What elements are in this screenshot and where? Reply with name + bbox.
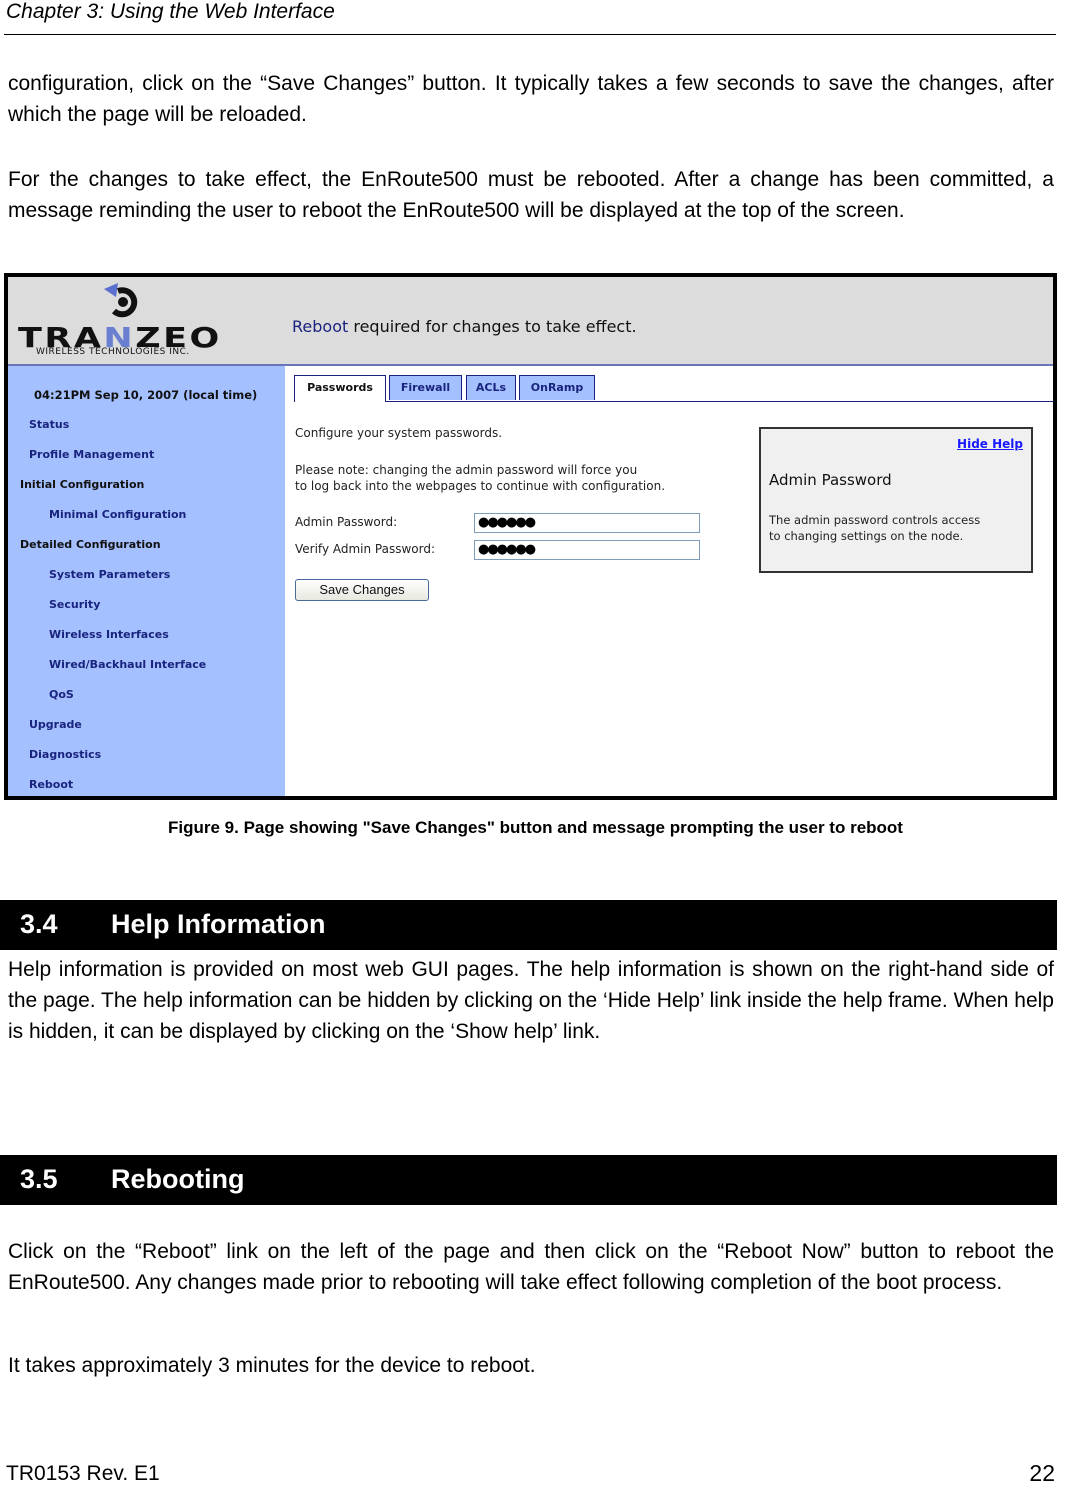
content-intro: Configure your system passwords. [295,426,503,440]
logo-subtitle: WIRELESS TECHNOLOGIES INC. [36,347,190,357]
running-header: Chapter 3: Using the Web Interface [6,0,335,23]
footer-page-number: 22 [1029,1460,1055,1486]
sidebar-item-wired-backhaul-interface[interactable]: Wired/Backhaul Interface [49,658,206,671]
section-number: 3.4 [20,909,58,939]
sidebar-item-diagnostics[interactable]: Diagnostics [29,748,101,761]
help-panel: Hide Help Admin Password The admin passw… [759,427,1033,573]
save-changes-button[interactable]: Save Changes [295,579,429,601]
section-title: Rebooting [111,1164,245,1194]
intro-paragraph-1: configuration, click on the “Save Change… [8,72,1054,126]
reboot-message-link[interactable]: Reboot [292,317,348,336]
intro-paragraph-2: For the changes to take effect, the EnRo… [8,168,1054,222]
tranzeo-logo: TRANZEO WIRELESS TECHNOLOGIES INC. [14,279,244,361]
sidebar-item-upgrade[interactable]: Upgrade [29,718,82,731]
sidebar-item-minimal-configuration[interactable]: Minimal Configuration [49,508,186,521]
figure-caption: Figure 9. Page showing "Save Changes" bu… [168,818,903,837]
sidebar-item-profile-management[interactable]: Profile Management [29,448,154,461]
reboot-message: Reboot required for changes to take effe… [292,317,637,336]
footer-document-id: TR0153 Rev. E1 [6,1462,160,1485]
help-information-paragraph: Help information is provided on most web… [8,958,1054,1043]
sidebar-item-security[interactable]: Security [49,598,100,611]
tab-bar: Passwords Firewall ACLs OnRamp [294,373,1053,402]
section-heading-help-information: 3.4 Help Information [0,900,1057,950]
verify-password-label: Verify Admin Password: [295,542,436,556]
admin-password-label: Admin Password: [295,515,398,529]
reboot-message-text: required for changes to take effect. [348,317,637,336]
antenna-logo-icon [104,283,138,318]
help-text-line-2: to changing settings on the node. [769,529,964,543]
tab-passwords[interactable]: Passwords [294,375,386,402]
sidebar-item-wireless-interfaces[interactable]: Wireless Interfaces [49,628,169,641]
tab-onramp[interactable]: OnRamp [519,375,595,400]
header-rule [4,34,1056,35]
figure-screenshot: TRANZEO WIRELESS TECHNOLOGIES INC. Reboo… [4,273,1057,800]
tab-acls[interactable]: ACLs [466,375,516,400]
sidebar-timestamp: 04:21PM Sep 10, 2007 (local time) [34,388,258,402]
sidebar-item-qos[interactable]: QoS [49,688,74,701]
sidebar-group-detailed-configuration: Detailed Configuration [20,538,161,551]
section-heading-rebooting: 3.5 Rebooting [0,1155,1057,1205]
tab-firewall[interactable]: Firewall [389,375,462,400]
rebooting-paragraph-2: It takes approximately 3 minutes for the… [8,1354,536,1377]
hide-help-link[interactable]: Hide Help [957,437,1023,451]
verify-password-input[interactable]: ●●●●●● [474,540,700,560]
sidebar-item-system-parameters[interactable]: System Parameters [49,568,170,581]
sidebar-group-initial-configuration: Initial Configuration [20,478,145,491]
content-note-line-1: Please note: changing the admin password… [295,463,638,477]
sidebar-item-status[interactable]: Status [29,418,69,431]
sidebar-item-reboot[interactable]: Reboot [29,778,73,791]
help-text-line-1: The admin password controls access [769,513,981,527]
web-ui-header: TRANZEO WIRELESS TECHNOLOGIES INC. Reboo… [8,277,1053,366]
content-note-line-2: to log back into the webpages to continu… [295,479,666,493]
admin-password-input[interactable]: ●●●●●● [474,513,700,533]
help-title: Admin Password [769,471,892,489]
section-title: Help Information [111,909,326,939]
help-text: The admin password controls access to ch… [769,512,980,544]
rebooting-paragraph-1: Click on the “Reboot” link on the left o… [8,1240,1054,1294]
web-ui-sidebar: 04:21PM Sep 10, 2007 (local time) Status… [8,366,285,796]
section-number: 3.5 [20,1164,58,1194]
